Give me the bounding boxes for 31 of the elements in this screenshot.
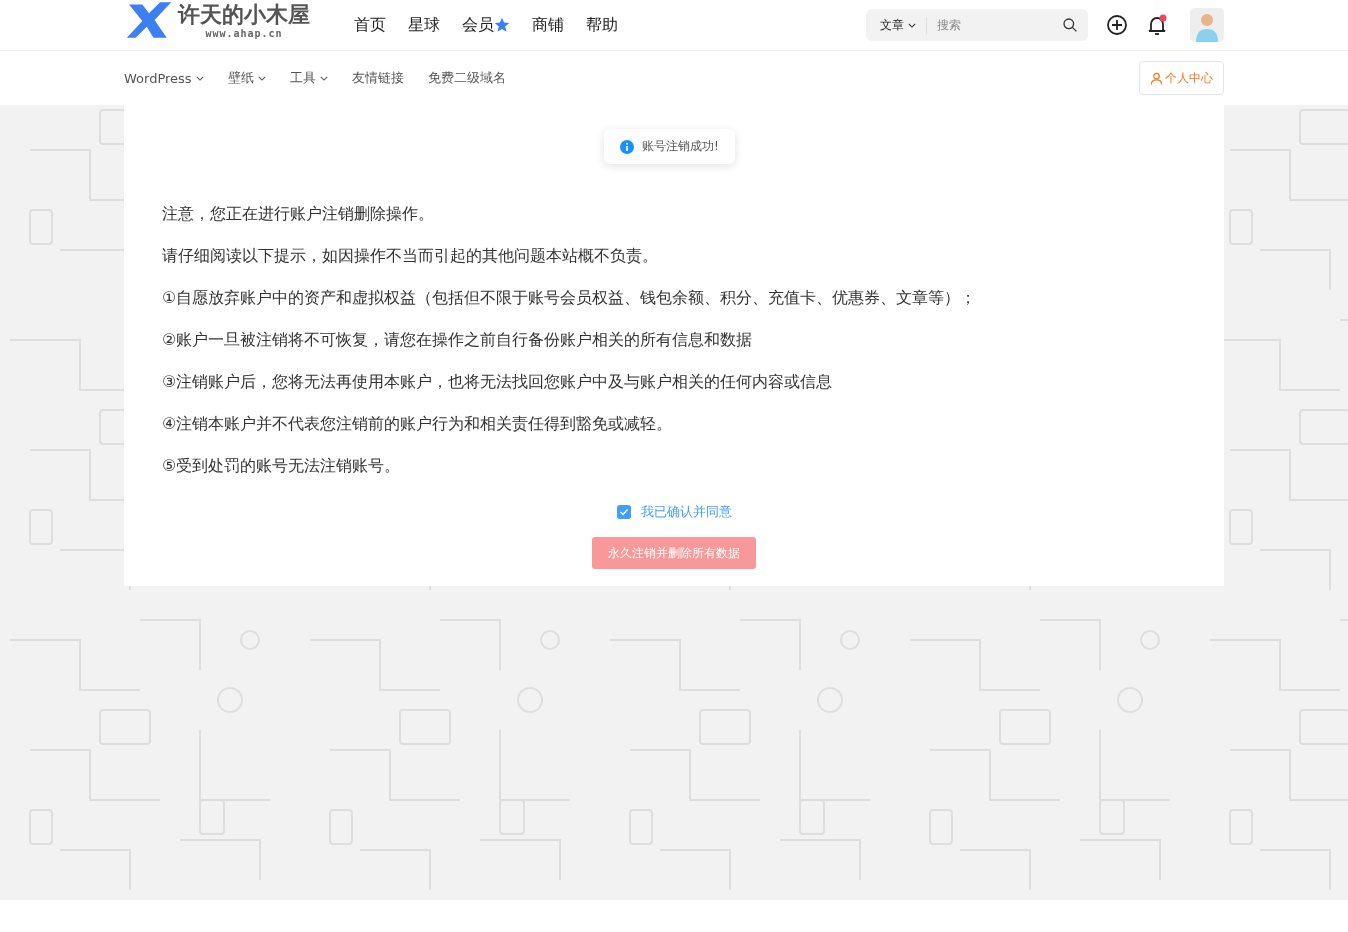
search-bar[interactable]: 文章 搜索 — [866, 9, 1088, 41]
notice-paragraph: 请仔细阅读以下提示，如因操作不当而引起的其他问题本站概不负责。 — [162, 245, 659, 267]
category-link[interactable]: 免费二级域名 — [427, 69, 506, 87]
agree-checkbox[interactable] — [616, 505, 631, 519]
nav-link[interactable]: 帮助 — [586, 14, 618, 36]
notice-paragraph: ③注销账户后，您将无法再使用本账户，也将无法找回您账户中及与账户相关的任何内容或信息 — [162, 371, 834, 393]
category-link[interactable]: 壁纸 — [227, 69, 266, 87]
nav-link[interactable]: 星球 — [408, 14, 440, 36]
category-link[interactable]: 友情链接 — [351, 69, 404, 87]
caret-icon — [908, 22, 916, 28]
person-icon — [1150, 71, 1163, 85]
nav-link[interactable]: 首页 — [354, 14, 386, 36]
nav-link[interactable]: 会员 — [462, 14, 510, 36]
logo-icon[interactable] — [124, 0, 174, 40]
site-name[interactable]: 许天的小木屋 — [178, 1, 310, 28]
notice-paragraph: ⑤受到处罚的账号无法注销账号。 — [162, 455, 402, 477]
add-icon[interactable] — [1106, 14, 1128, 36]
nav-link[interactable]: 商铺 — [532, 14, 564, 36]
notice-paragraph: 注意，您正在进行账户注销删除操作。 — [162, 203, 435, 225]
site-url: www.ahap.cn — [205, 27, 283, 39]
notice-paragraph: ④注销本账户并不代表您注销前的账户行为和相关责任得到豁免或减轻。 — [162, 413, 674, 435]
search-icon[interactable] — [1062, 17, 1078, 33]
toast-text: 账号注销成功! — [642, 138, 719, 155]
notice-paragraph: ②账户一旦被注销将不可恢复，请您在操作之前自行备份账户相关的所有信息和数据 — [162, 329, 754, 351]
search-field[interactable]: 搜索 — [935, 17, 1062, 33]
info-icon — [620, 139, 634, 154]
category-link[interactable]: 工具 — [289, 69, 328, 87]
notification-bell-icon[interactable] — [1146, 14, 1168, 36]
notice-paragraph: ①自愿放弃账户中的资产和虚拟权益（包括但不限于账号会员权益、钱包余额、积分、充值卡、优惠券、文章等）； — [162, 287, 978, 309]
category-link[interactable]: WordPress — [124, 70, 204, 86]
search-scope-dropdown[interactable]: 文章 — [872, 16, 927, 34]
